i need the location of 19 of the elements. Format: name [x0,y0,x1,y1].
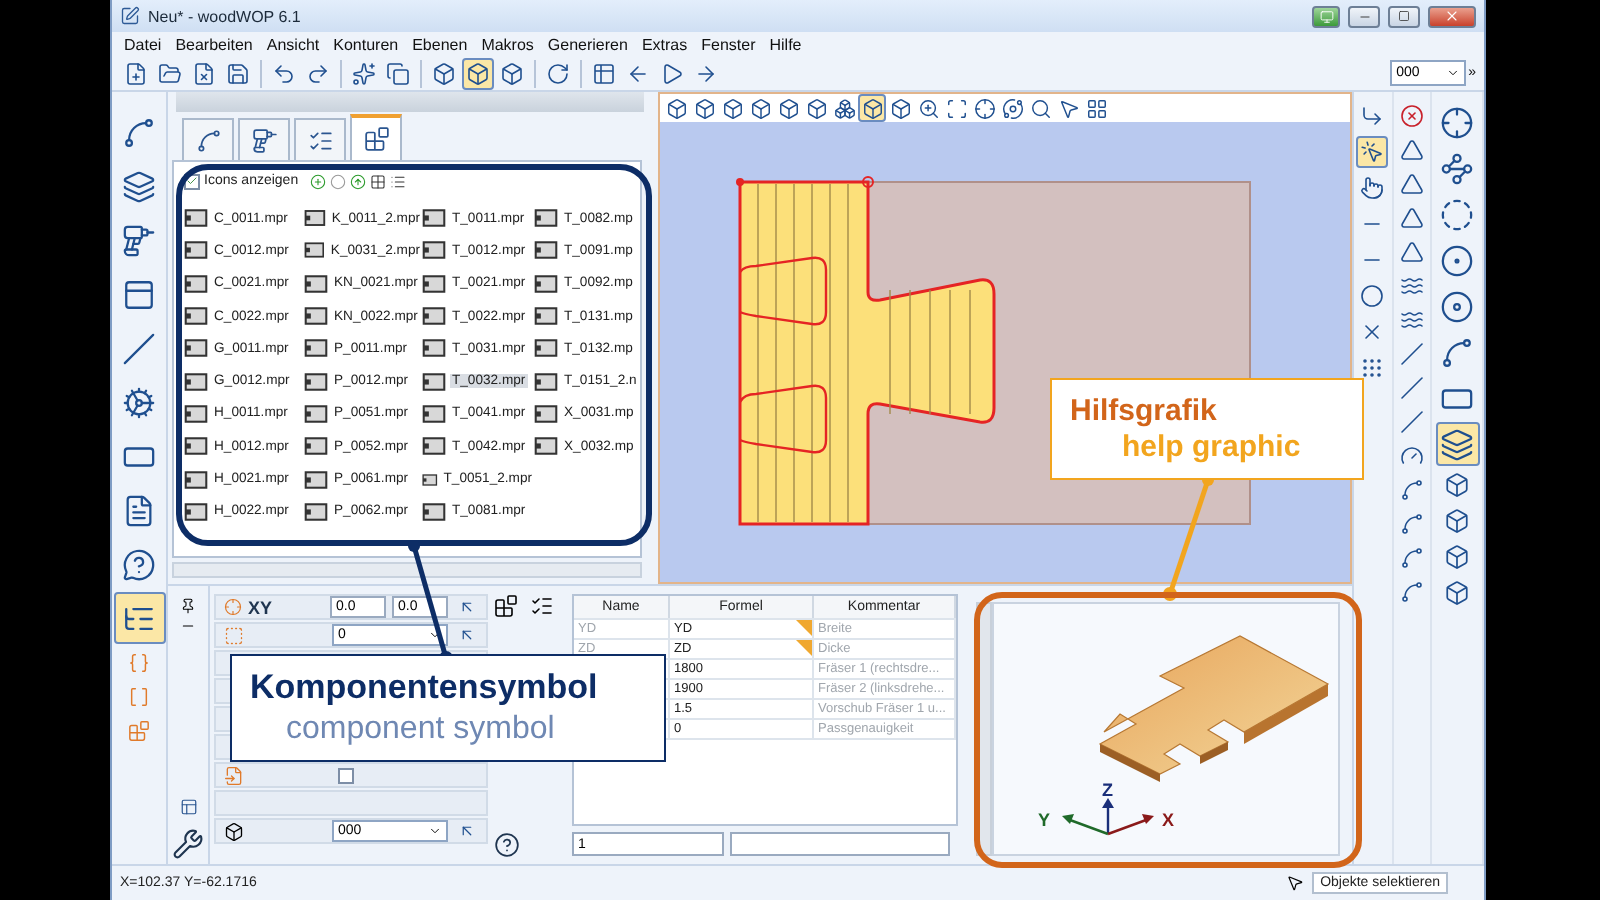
menu-item[interactable]: Generieren [547,35,628,53]
axis-label: Y [1038,810,1051,830]
menu-item[interactable]: Ebenen [412,35,468,53]
callout-title: Komponentensymbol [250,668,600,710]
menu-item[interactable]: Konturen [333,35,399,53]
axis-label: X [1162,810,1175,830]
callout-subtitle: component symbol [286,709,557,748]
menu-item[interactable]: Makros [481,35,534,53]
menu-item[interactable]: Hilfe [769,35,802,53]
window-title: Neu* - woodWOP 6.1 [148,7,303,25]
callout-subtitle: help graphic [1122,429,1303,465]
menu-item[interactable]: Ansicht [266,35,320,53]
menu-item[interactable]: Bearbeiten [175,35,253,53]
menu-item[interactable]: Fenster [701,35,756,53]
axis-label: Z [1102,780,1113,800]
menu-item[interactable]: Datei [124,35,162,53]
callout-title: Hilfsgrafik [1070,393,1219,429]
menu-item[interactable]: Extras [641,35,688,53]
property-label: XY [248,597,275,617]
